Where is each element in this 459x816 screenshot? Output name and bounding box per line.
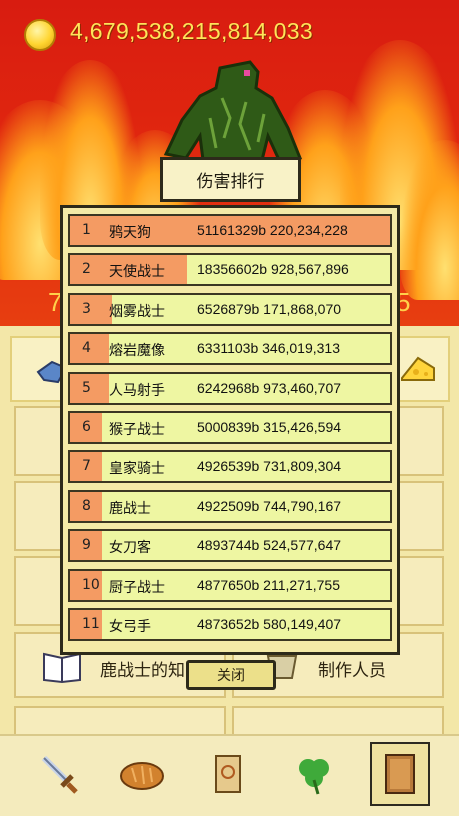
book-icon: [385, 754, 415, 794]
ranking-row[interactable]: 10 厨子战士 4877650b 211,271,755: [68, 569, 392, 602]
hero-name: 天使战士: [109, 264, 165, 280]
damage-value: 18356602b 928,567,896: [197, 261, 349, 277]
gold-amount: 4,679,538,215,814,033: [70, 18, 313, 44]
close-button[interactable]: 关闭: [186, 660, 276, 690]
hero-name: 女刀客: [109, 540, 151, 556]
hero-name: 女弓手: [109, 619, 151, 635]
rank-number: 1: [82, 222, 91, 238]
rank-number: 4: [82, 340, 91, 356]
damage-value: 6242968b 973,460,707: [197, 380, 342, 396]
damage-value: 4877650b 211,271,755: [197, 577, 340, 593]
nav-scroll[interactable]: [198, 742, 258, 806]
ranking-row[interactable]: 6 猴子战士 5000839b 315,426,594: [68, 411, 392, 444]
rank-number: 10: [82, 577, 100, 593]
ranking-row[interactable]: 5 人马射手 6242968b 973,460,707: [68, 372, 392, 405]
damage-value: 4926539b 731,809,304: [197, 458, 342, 474]
hero-tile-8[interactable]: [232, 706, 444, 736]
credits-label: 制作人员: [318, 661, 386, 681]
nav-book[interactable]: [370, 742, 430, 806]
rank-number: 8: [82, 498, 91, 514]
ranking-row[interactable]: 4 熔岩魔像 6331103b 346,019,313: [68, 332, 392, 365]
sword-icon: [41, 755, 78, 794]
hero-name: 鹿战士: [109, 501, 151, 517]
damage-value: 51161329b 220,234,228: [197, 222, 348, 238]
scroll-icon: [215, 755, 241, 793]
hero-name: 人马射手: [109, 383, 165, 399]
gold-coin-icon: [24, 19, 56, 51]
damage-value: 4922509b 744,790,167: [197, 498, 342, 514]
damage-share-bar: [70, 295, 112, 324]
ranking-row[interactable]: 1 鸦天狗 51161329b 220,234,228: [68, 214, 392, 247]
monster-sprite[interactable]: [160, 58, 305, 168]
rank-number: 9: [82, 537, 91, 553]
damage-value: 4873652b 580,149,407: [197, 616, 342, 632]
rank-number: 2: [82, 261, 91, 277]
hero-name: 熔岩魔像: [109, 343, 165, 359]
knowledge-label: 鹿战士的知: [100, 661, 185, 681]
clover-icon: [299, 759, 329, 795]
hero-tile-7[interactable]: [14, 706, 226, 736]
ranking-row[interactable]: 8 鹿战士 4922509b 744,790,167: [68, 490, 392, 523]
hero-name: 猴子战士: [109, 422, 165, 438]
ranking-row[interactable]: 3 烟雾战士 6526879b 171,868,070: [68, 293, 392, 326]
ranking-row[interactable]: 9 女刀客 4893744b 524,577,647: [68, 529, 392, 562]
ranking-row[interactable]: 11 女弓手 4873652b 580,149,407: [68, 608, 392, 641]
hero-name: 厨子战士: [109, 580, 165, 596]
rank-number: 7: [82, 458, 91, 474]
ranking-row[interactable]: 2 天使战士 18356602b 928,567,896: [68, 253, 392, 286]
nav-bread[interactable]: [112, 742, 172, 806]
nav-clover[interactable]: [284, 742, 344, 806]
damage-value: 6331103b 346,019,313: [197, 340, 340, 356]
damage-value: 4893744b 524,577,647: [197, 537, 342, 553]
cheese-icon: [401, 356, 435, 381]
bread-icon: [120, 762, 164, 790]
rank-number: 11: [82, 616, 100, 632]
hero-name: 烟雾战士: [109, 304, 165, 320]
rank-number: 5: [82, 380, 91, 396]
damage-value: 5000839b 315,426,594: [197, 419, 342, 435]
popup-title: 伤害排行: [160, 157, 301, 202]
bottom-nav: [0, 734, 459, 816]
ranking-row[interactable]: 7 皇家骑士 4926539b 731,809,304: [68, 450, 392, 483]
rank-number: 3: [82, 301, 91, 317]
nav-sword[interactable]: [28, 742, 88, 806]
hero-name: 鸦天狗: [109, 225, 151, 241]
hero-name: 皇家骑士: [109, 461, 165, 477]
damage-value: 6526879b 171,868,070: [197, 301, 342, 317]
rank-number: 6: [82, 419, 91, 435]
gold-bar: 4,679,538,215,814,033: [0, 0, 459, 70]
